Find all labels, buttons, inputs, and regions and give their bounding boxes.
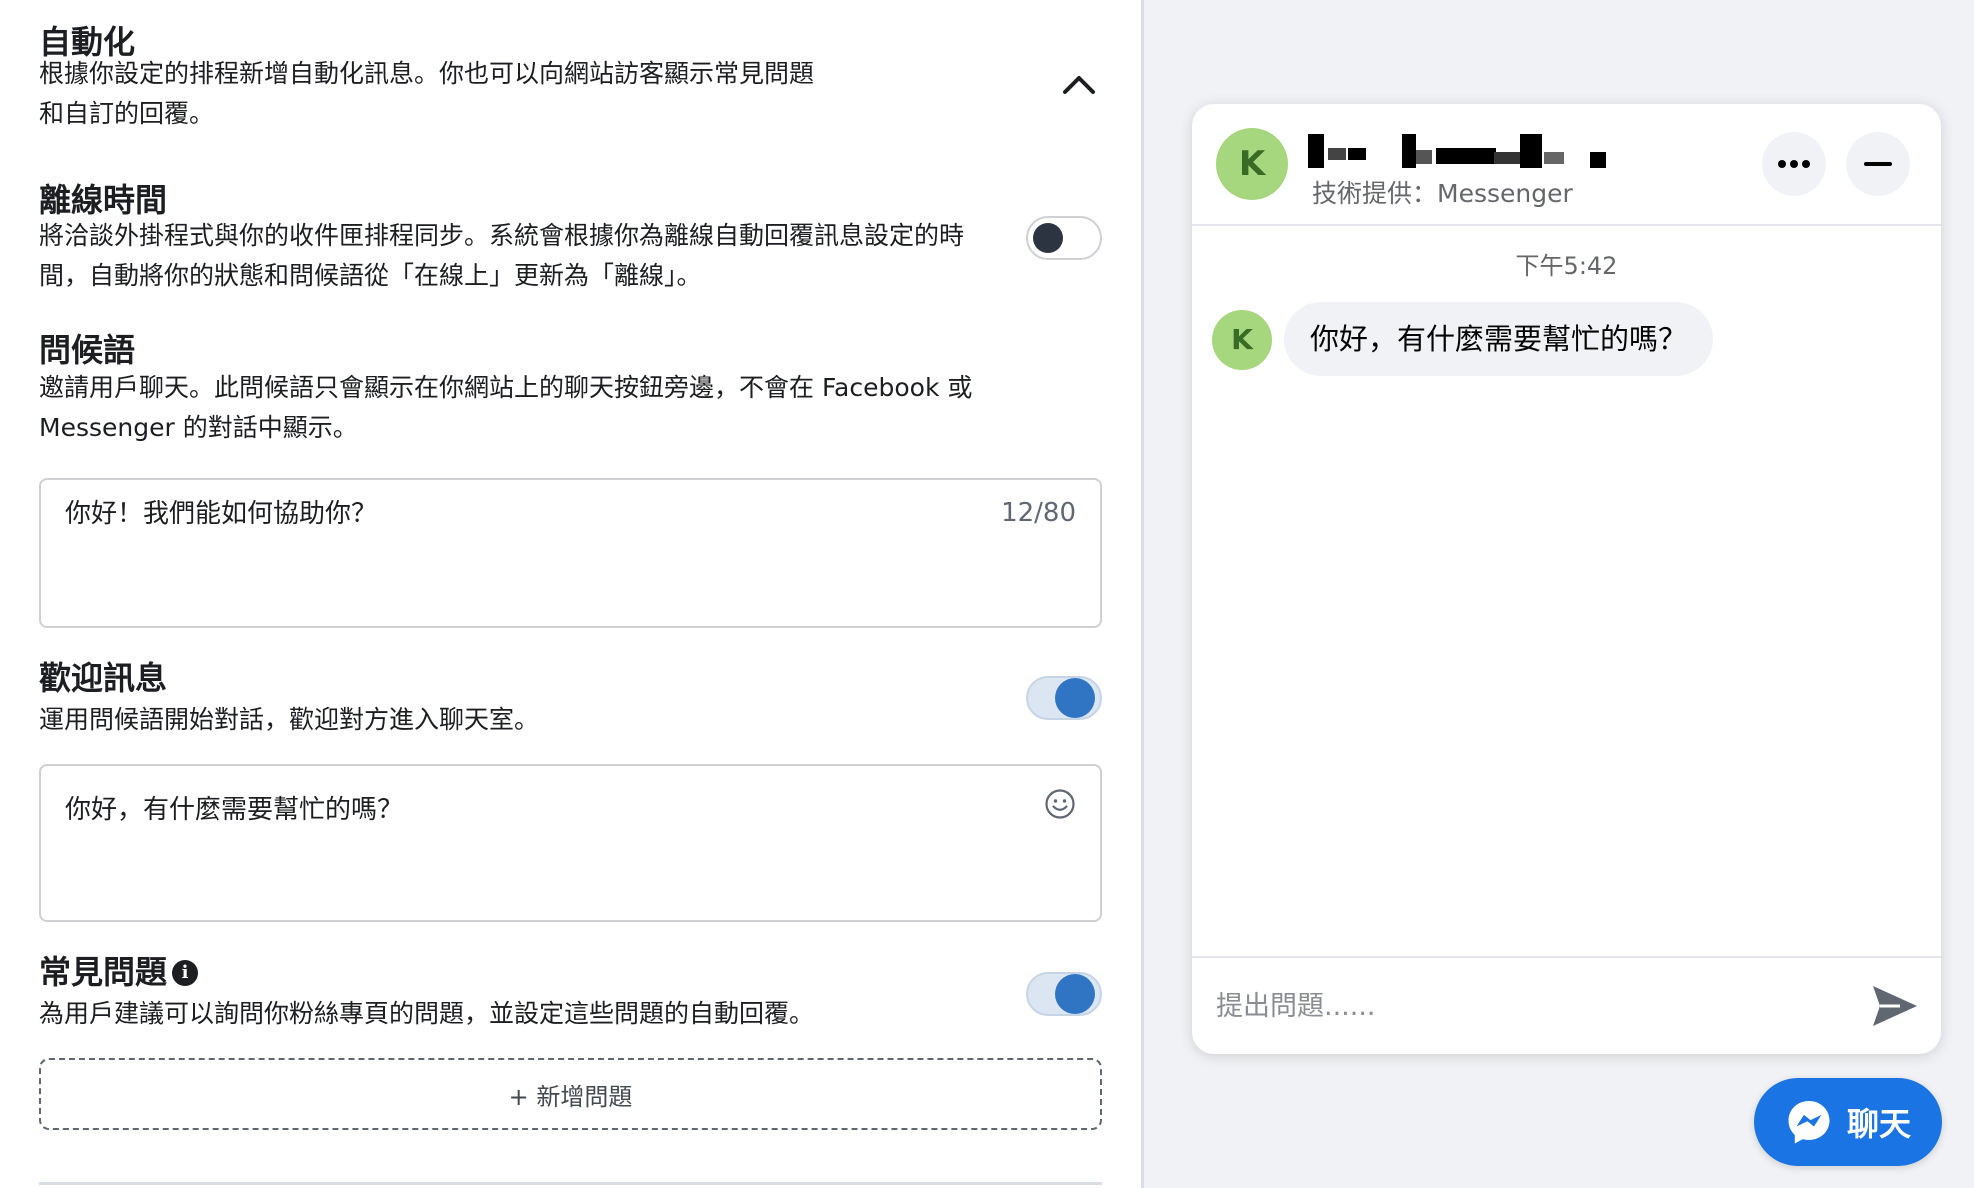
info-icon[interactable]: i xyxy=(172,960,198,986)
powered-by-label: 技術提供：Messenger xyxy=(1312,179,1573,208)
greeting-description: 邀請用戶聊天。此問候語只會顯示在你網站上的聊天按鈕旁邊，不會在 Facebook… xyxy=(39,373,973,442)
composer xyxy=(1192,956,1941,1054)
messenger-icon xyxy=(1788,1101,1830,1144)
greeting-value: 你好！我們能如何協助你？ xyxy=(65,499,378,529)
chevron-up-icon xyxy=(1063,76,1095,94)
toggle-knob xyxy=(1033,223,1063,253)
minimize-button[interactable] xyxy=(1846,132,1910,196)
faq-description: 為用戶建議可以詢問你粉絲專頁的問題，並設定這些問題的自動回覆。 xyxy=(39,999,815,1028)
chat-window: K 技術提供：Messenger 下午5:42 K 你好，有什麼需要幫忙的嗎？ … xyxy=(1192,104,1941,1054)
toggle-knob xyxy=(1055,678,1095,718)
composer-input[interactable] xyxy=(1216,978,1836,1034)
offline-description: 將洽談外掛程式與你的收件匣排程同步。系統會根據你為離線自動回覆訊息設定的時間，自… xyxy=(39,221,965,290)
automation-description: 根據你設定的排程新增自動化訊息。你也可以向網站訪客顯示常見問題和自訂的回覆。 xyxy=(39,59,815,128)
settings-panel: 自動化 根據你設定的排程新增自動化訊息。你也可以向網站訪客顯示常見問題和自訂的回… xyxy=(0,0,1141,1188)
page-avatar: K xyxy=(1216,128,1288,200)
welcome-toggle[interactable] xyxy=(1026,676,1102,720)
message-timestamp: 下午5:42 xyxy=(1515,252,1618,280)
page-name-redacted xyxy=(1304,130,1624,172)
chat-header: K 技術提供：Messenger xyxy=(1192,104,1941,226)
welcome-input[interactable]: 你好，有什麼需要幫忙的嗎？ xyxy=(39,764,1102,922)
page: 自動化 根據你設定的排程新增自動化訊息。你也可以向網站訪客顯示常見問題和自訂的回… xyxy=(0,0,1974,1188)
send-icon[interactable] xyxy=(1870,982,1920,1030)
offline-toggle[interactable] xyxy=(1026,216,1102,260)
smiley-icon[interactable] xyxy=(1044,788,1076,820)
collapse-button[interactable] xyxy=(1054,64,1104,104)
offline-title: 離線時間 xyxy=(39,181,168,219)
message-bubble: 你好，有什麼需要幫忙的嗎？ xyxy=(1284,302,1714,376)
faq-toggle[interactable] xyxy=(1026,972,1102,1016)
message-avatar: K xyxy=(1212,310,1272,370)
faq-title: 常見問題 xyxy=(39,953,168,991)
greeting-title: 問候語 xyxy=(39,331,136,369)
more-options-button[interactable] xyxy=(1762,132,1826,196)
add-question-button[interactable]: + 新增問題 xyxy=(39,1058,1102,1130)
more-dots-icon xyxy=(1778,160,1810,168)
welcome-title: 歡迎訊息 xyxy=(39,659,168,697)
greeting-input[interactable]: 你好！我們能如何協助你？ 12/80 xyxy=(39,478,1102,628)
greeting-char-count: 12/80 xyxy=(1001,498,1076,528)
welcome-description: 運用問候語開始對話，歡迎對方進入聊天室。 xyxy=(39,705,540,734)
preview-panel: K 技術提供：Messenger 下午5:42 K 你好，有什麼需要幫忙的嗎？ … xyxy=(1144,0,1974,1188)
welcome-value: 你好，有什麼需要幫忙的嗎？ xyxy=(65,795,404,825)
divider xyxy=(39,1182,1102,1185)
minimize-icon xyxy=(1864,162,1892,166)
chat-button-label: 聊天 xyxy=(1846,1105,1911,1143)
chat-button[interactable]: 聊天 xyxy=(1754,1078,1942,1166)
toggle-knob xyxy=(1055,974,1095,1014)
